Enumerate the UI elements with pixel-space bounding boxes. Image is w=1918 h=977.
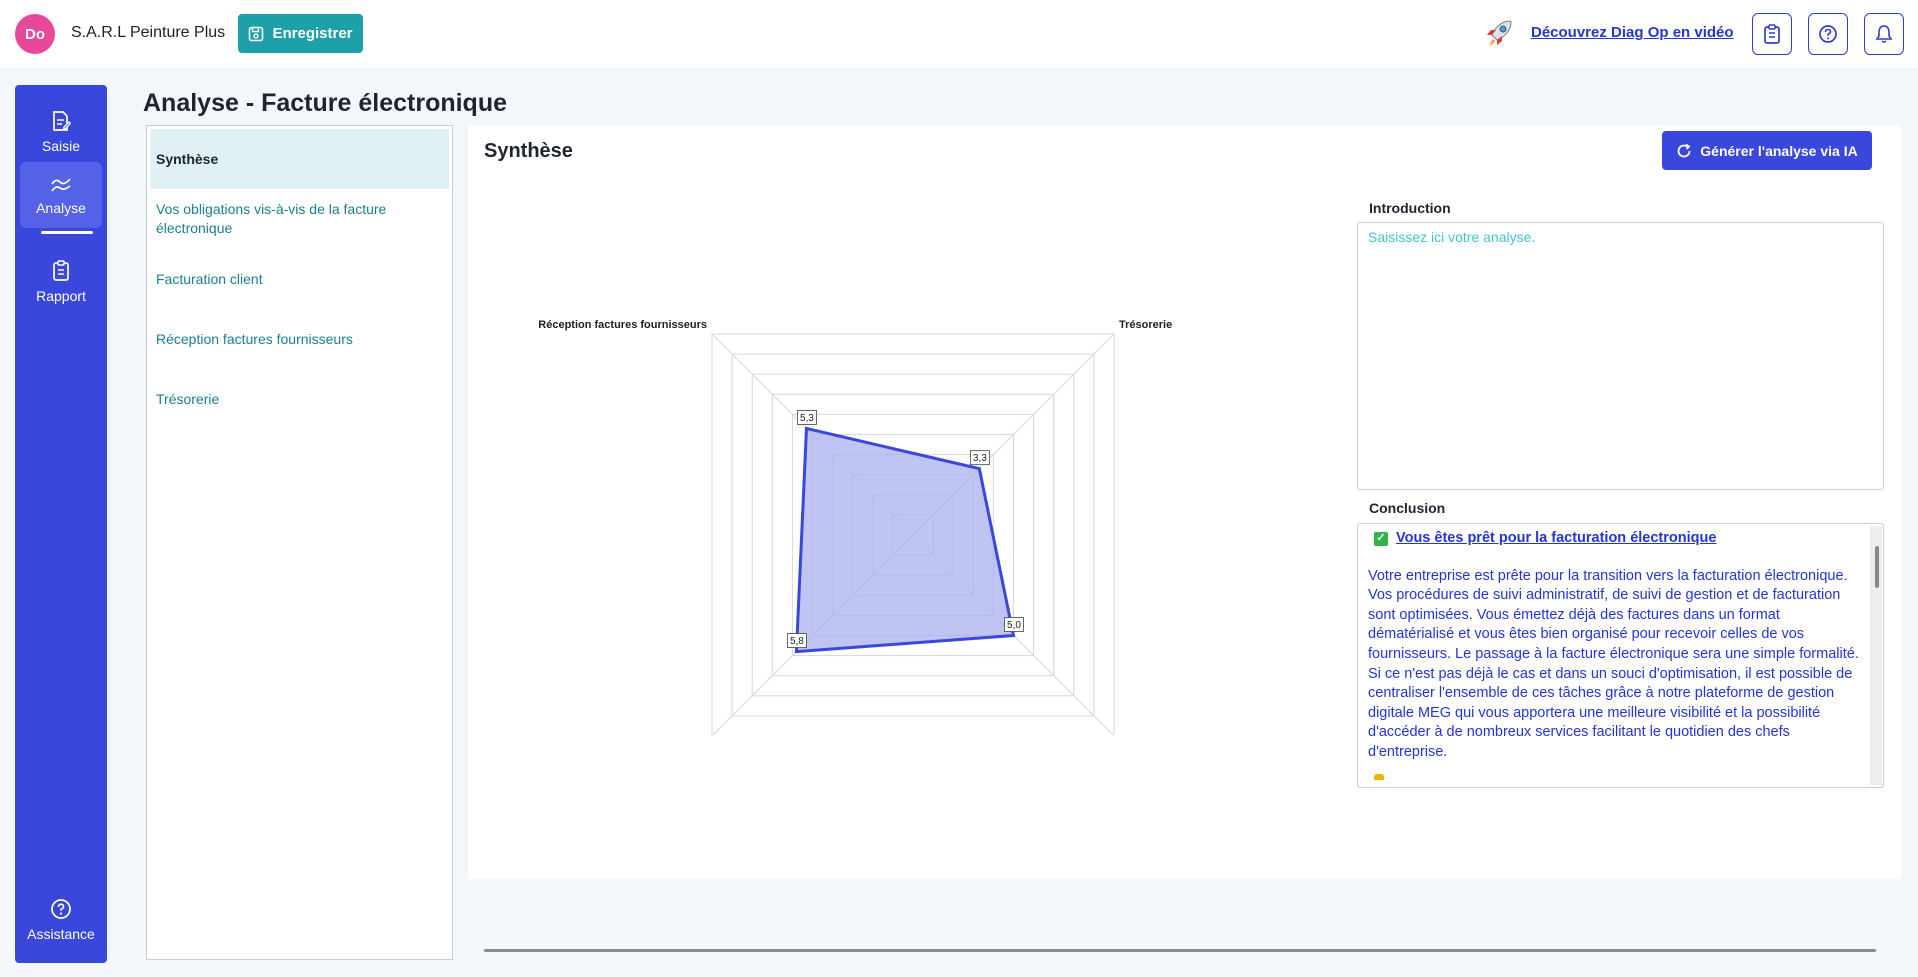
conclusion-text: Votre entreprise est prête pour la trans…	[1368, 567, 1863, 763]
sidebar-item-rapport[interactable]: Rapport	[20, 249, 102, 315]
menu-item-label: Trésorerie	[156, 390, 220, 407]
sidebar-item-label: Assistance	[27, 926, 95, 942]
conclusion-line: digitale MEG qui vous apportera une meil…	[1368, 704, 1821, 721]
radar-chart: 5,3 3,3 5,0 5,8 Réception factures fournisse…	[538, 319, 1172, 735]
menu-item-label: Réception factures fournisseurs	[156, 330, 353, 347]
sidebar: Saisie Analyse Rapport Assistance	[15, 85, 107, 963]
menu-item-facturation-client[interactable]: Facturation client	[150, 259, 449, 299]
conclusion-scrollbar[interactable]	[1870, 526, 1882, 785]
section-title: Synthèse	[484, 140, 573, 162]
rocket-icon	[1487, 20, 1512, 47]
sidebar-item-saisie[interactable]: Saisie	[20, 99, 102, 165]
sidebar-item-analyse[interactable]: Analyse	[20, 162, 102, 228]
introduction-label: Introduction	[1369, 200, 1451, 216]
conclusion-title[interactable]: Vous êtes prêt pour la facturation élect…	[1396, 529, 1716, 549]
generate-ai-analysis-label: Générer l'analyse via IA	[1700, 142, 1858, 159]
sidebar-item-label: Rapport	[36, 288, 86, 304]
menu-item-label: Synthèse	[156, 150, 219, 167]
sidebar-item-label: Analyse	[36, 200, 86, 216]
radar-category-label: Réception factures fournisseurs	[538, 319, 707, 331]
menu-item-obligations[interactable]: Vos obligations vis-à-vis de la facture …	[150, 198, 449, 240]
bell-icon	[1875, 25, 1893, 43]
sidebar-item-label: Saisie	[41, 138, 81, 154]
conclusion-line: fournisseurs. Le passage à la facture él…	[1368, 645, 1859, 662]
radar-category-label: Trésorerie	[1119, 319, 1172, 331]
conclusion-heading: ✓ Vous êtes prêt pour la facturation éle…	[1374, 529, 1863, 549]
radar-data-label: 5,8	[787, 633, 807, 648]
conclusion-line: Si ce n'est pas déjà le cas et dans un s…	[1368, 665, 1853, 682]
save-button[interactable]: Enregistrer	[238, 14, 363, 53]
conclusion-line: dématérialisé et vous êtes bien organisé…	[1368, 626, 1805, 643]
trend-icon	[51, 178, 71, 192]
check-icon: ✓	[1374, 531, 1388, 546]
main-panel: Synthèse Générer l'analyse via IA 5,3 3,3…	[468, 125, 1901, 879]
radar-data-label-text: 5,0	[1007, 620, 1021, 631]
radar-data-label-text: 5,8	[790, 636, 804, 647]
radar-data-label: 5,0	[1004, 617, 1024, 632]
analysis-menu: Synthèse Vos obligations vis-à-vis de la…	[146, 125, 453, 960]
horizontal-scrollbar[interactable]	[484, 949, 1876, 952]
radar-data-label: 5,3	[797, 410, 817, 425]
menu-item-label: Vos obligations vis-à-vis de la facture …	[156, 201, 387, 236]
radar-data-label-text: 5,3	[800, 413, 814, 424]
radar-data-label-text: 3,3	[973, 453, 987, 464]
edit-document-icon	[53, 111, 71, 131]
video-link[interactable]: Découvrez Diag Op en vidéo	[1531, 24, 1734, 41]
conclusion-line: sont optimisées. Vous émettez déjà des f…	[1368, 606, 1780, 623]
menu-item-reception-fournisseurs[interactable]: Réception factures fournisseurs	[150, 319, 449, 359]
question-circle-icon	[51, 899, 71, 919]
emoji-icon	[1374, 774, 1384, 780]
help-icon	[1819, 25, 1837, 43]
conclusion-editor[interactable]: ✓ Vous êtes prêt pour la facturation éle…	[1357, 523, 1884, 788]
introduction-input[interactable]: Saisissez ici votre analyse.	[1357, 222, 1884, 490]
avatar[interactable]: Do	[15, 14, 55, 54]
page-title: Analyse - Facture électronique	[143, 89, 508, 117]
menu-item-synthese[interactable]: Synthèse	[150, 129, 449, 189]
floppy-disk-icon	[249, 26, 264, 41]
clipboard-icon	[1764, 24, 1780, 44]
top-bar: Do S.A.R.L Peinture Plus Enregistrer Déc…	[0, 0, 1918, 68]
scroll-thumb[interactable]	[1875, 546, 1879, 588]
generate-ai-analysis-button[interactable]: Générer l'analyse via IA	[1662, 131, 1872, 170]
menu-item-label: Facturation client	[156, 270, 263, 287]
refresh-icon	[1677, 143, 1691, 157]
notifications-button[interactable]	[1864, 13, 1904, 55]
clipboard-button[interactable]	[1752, 13, 1792, 55]
sidebar-item-assistance[interactable]: Assistance	[20, 887, 102, 953]
help-button[interactable]	[1808, 13, 1848, 55]
report-icon	[53, 260, 69, 281]
menu-item-tresorerie[interactable]: Trésorerie	[150, 379, 449, 419]
save-button-label: Enregistrer	[272, 25, 353, 42]
conclusion-content: ✓ Vous êtes prêt pour la facturation éle…	[1368, 529, 1863, 763]
active-indicator	[41, 231, 93, 234]
conclusion-label: Conclusion	[1369, 500, 1446, 516]
conclusion-line: Votre entreprise est prête pour la trans…	[1368, 567, 1848, 584]
company-name: S.A.R.L Peinture Plus	[71, 24, 226, 41]
conclusion-line: Vos procédures de suivi administratif, d…	[1368, 587, 1841, 604]
radar-data-label: 3,3	[969, 450, 990, 466]
conclusion-line: centraliser l'ensemble de ces tâches grâ…	[1368, 685, 1835, 702]
conclusion-line: d'entreprise.	[1368, 743, 1448, 760]
conclusion-line: d'accéder à de nombreux services facilit…	[1368, 724, 1790, 741]
